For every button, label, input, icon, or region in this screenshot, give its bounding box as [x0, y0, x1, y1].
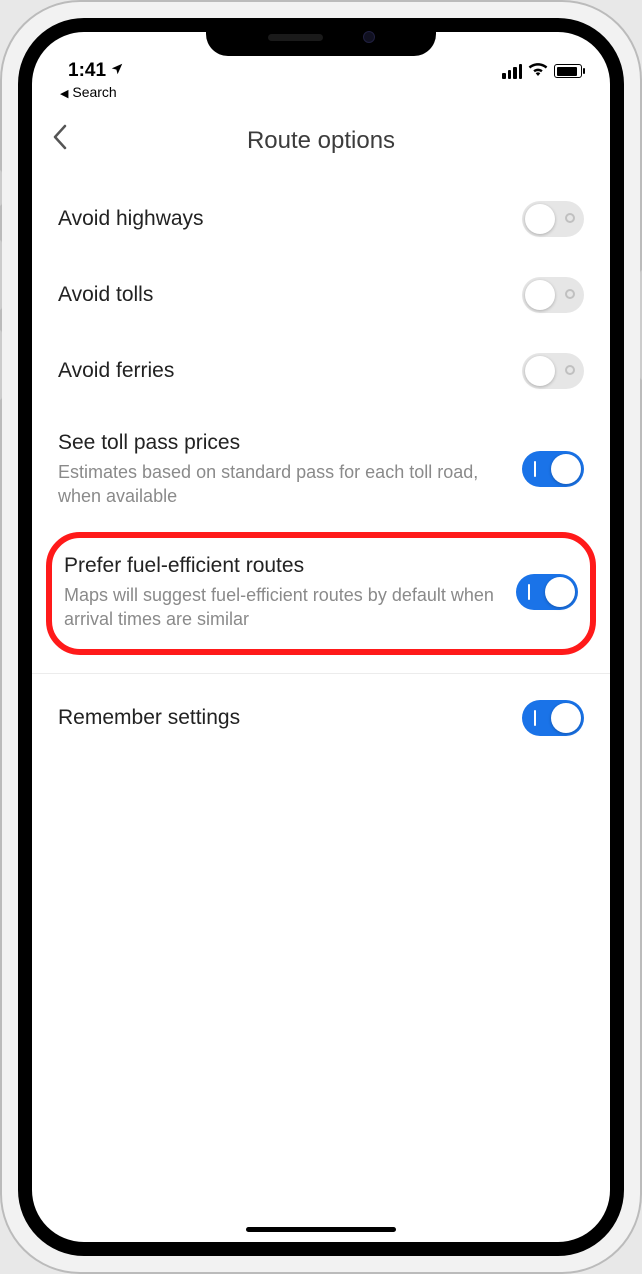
section-divider — [32, 673, 610, 674]
label-fuel-efficient: Prefer fuel-efficient routes — [64, 552, 504, 580]
sub-toll-prices: Estimates based on standard pass for eac… — [58, 461, 510, 508]
row-avoid-highways[interactable]: Avoid highways — [32, 181, 610, 257]
label-toll-prices: See toll pass prices — [58, 429, 510, 457]
home-indicator[interactable] — [246, 1227, 396, 1232]
highlight-annotation: Prefer fuel-efficient routes Maps will s… — [46, 532, 596, 655]
screen: 1:41 ◀ Search — [32, 32, 610, 1242]
volume-up-button — [0, 240, 2, 310]
row-remember-settings[interactable]: Remember settings — [32, 680, 610, 756]
row-avoid-tolls[interactable]: Avoid tolls — [32, 257, 610, 333]
status-time: 1:41 — [68, 60, 106, 82]
back-app-label: Search — [72, 84, 116, 100]
cellular-icon — [502, 64, 522, 79]
phone-frame: 1:41 ◀ Search — [0, 0, 642, 1274]
toggle-remember-settings[interactable] — [522, 700, 584, 736]
page-title: Route options — [52, 127, 590, 155]
toggle-fuel-efficient[interactable] — [516, 574, 578, 610]
toggle-avoid-tolls[interactable] — [522, 277, 584, 313]
options-list: Avoid highways Avoid tolls Avoid ferries… — [32, 171, 610, 756]
row-toll-prices[interactable]: See toll pass prices Estimates based on … — [32, 409, 610, 528]
notch — [206, 18, 436, 56]
row-fuel-efficient[interactable]: Prefer fuel-efficient routes Maps will s… — [64, 552, 578, 631]
back-triangle-icon: ◀ — [60, 88, 68, 100]
wifi-icon — [528, 60, 548, 82]
row-avoid-ferries[interactable]: Avoid ferries — [32, 333, 610, 409]
volume-down-button — [0, 330, 2, 400]
label-avoid-highways: Avoid highways — [58, 205, 510, 233]
mute-switch — [0, 170, 2, 206]
phone-bezel: 1:41 ◀ Search — [18, 18, 624, 1256]
battery-icon — [554, 64, 582, 78]
toggle-avoid-highways[interactable] — [522, 201, 584, 237]
sub-fuel-efficient: Maps will suggest fuel-efficient routes … — [64, 584, 504, 631]
label-avoid-ferries: Avoid ferries — [58, 357, 510, 385]
label-remember-settings: Remember settings — [58, 704, 510, 732]
toggle-toll-prices[interactable] — [522, 451, 584, 487]
label-avoid-tolls: Avoid tolls — [58, 281, 510, 309]
back-to-app[interactable]: ◀ Search — [32, 84, 610, 102]
location-icon — [110, 60, 124, 82]
toggle-avoid-ferries[interactable] — [522, 353, 584, 389]
